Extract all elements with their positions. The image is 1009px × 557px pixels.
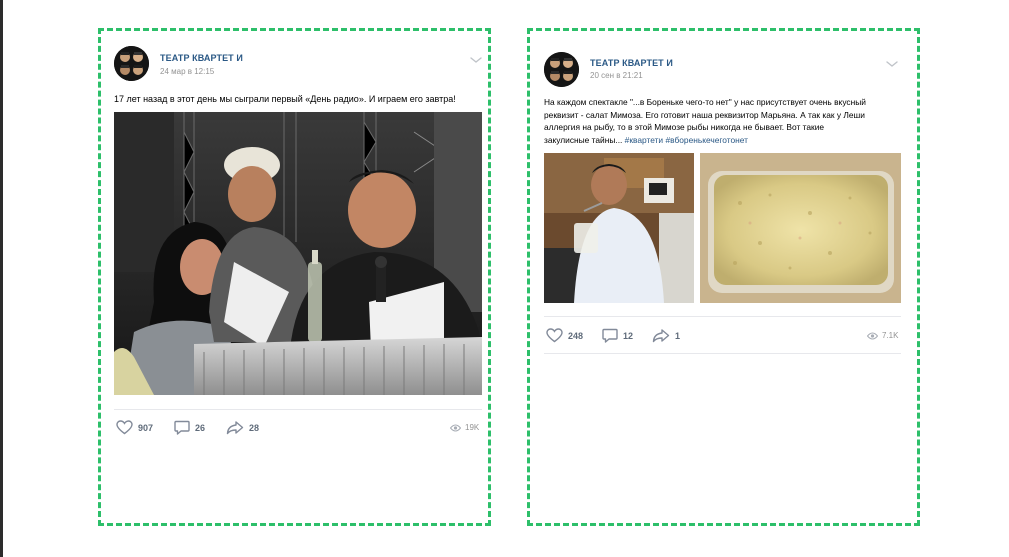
author-link[interactable]: ТЕАТР КВАРТЕТ И bbox=[160, 53, 243, 63]
post-photo[interactable] bbox=[700, 153, 901, 303]
eye-icon bbox=[450, 424, 461, 431]
post-text-line: аллергия на рыбу, то в этой Мимозе рыбы … bbox=[544, 122, 825, 132]
views-count: 19K bbox=[465, 423, 480, 432]
window-edge bbox=[0, 0, 3, 557]
chevron-down-icon[interactable] bbox=[470, 56, 482, 64]
divider bbox=[544, 316, 901, 317]
like-button[interactable]: 907 bbox=[116, 420, 153, 435]
chevron-down-icon[interactable] bbox=[886, 60, 898, 68]
views-counter: 7.1K bbox=[867, 331, 898, 340]
post-photo[interactable] bbox=[544, 153, 694, 303]
like-count: 907 bbox=[138, 422, 154, 433]
hashtag-link[interactable]: #квартети #вбореньке­чеготонет bbox=[625, 135, 748, 145]
like-button[interactable]: 248 bbox=[546, 328, 583, 343]
views-counter: 19K bbox=[450, 423, 479, 432]
post-text-line: На каждом спектакле "...в Бореньке чего-… bbox=[544, 97, 866, 107]
share-icon bbox=[652, 329, 670, 343]
post-date[interactable]: 24 мар в 12:15 bbox=[160, 67, 214, 76]
post-text-line: реквизит - салат Мимоза. Его готовит наш… bbox=[544, 109, 865, 120]
comment-count: 12 bbox=[623, 330, 634, 341]
share-button[interactable]: 28 bbox=[226, 420, 259, 435]
eye-icon bbox=[867, 332, 878, 339]
post-text: 17 лет назад в этот день мы сыграли перв… bbox=[114, 94, 456, 104]
author-link[interactable]: ТЕАТР КВАРТЕТ И bbox=[590, 58, 673, 68]
share-count: 1 bbox=[675, 330, 681, 341]
comment-button[interactable]: 26 bbox=[174, 420, 205, 435]
share-button[interactable]: 1 bbox=[652, 328, 680, 343]
like-count: 248 bbox=[568, 330, 584, 341]
divider bbox=[114, 409, 482, 410]
post-card-2: ТЕАТР КВАРТЕТ И 20 сен в 21:21 На каждом… bbox=[527, 28, 920, 526]
comment-button[interactable]: 12 bbox=[602, 328, 633, 343]
heart-icon bbox=[546, 328, 563, 343]
post-card-1: ТЕАТР КВАРТЕТ И 24 мар в 12:15 17 лет на… bbox=[98, 28, 491, 526]
post-date[interactable]: 20 сен в 21:21 bbox=[590, 71, 643, 80]
avatar[interactable] bbox=[544, 52, 579, 87]
comment-icon bbox=[174, 420, 190, 435]
share-count: 28 bbox=[249, 422, 260, 433]
post-photo[interactable] bbox=[114, 112, 482, 395]
comment-count: 26 bbox=[195, 422, 206, 433]
views-count: 7.1K bbox=[882, 331, 899, 340]
post-text-line: закулисные тайны... bbox=[544, 134, 623, 145]
share-icon bbox=[226, 421, 244, 435]
avatar[interactable] bbox=[114, 46, 149, 81]
post-text: На каждом спектакле "...в Бореньке чего-… bbox=[544, 96, 914, 146]
comment-icon bbox=[602, 328, 618, 343]
divider bbox=[544, 353, 901, 354]
heart-icon bbox=[116, 420, 133, 435]
